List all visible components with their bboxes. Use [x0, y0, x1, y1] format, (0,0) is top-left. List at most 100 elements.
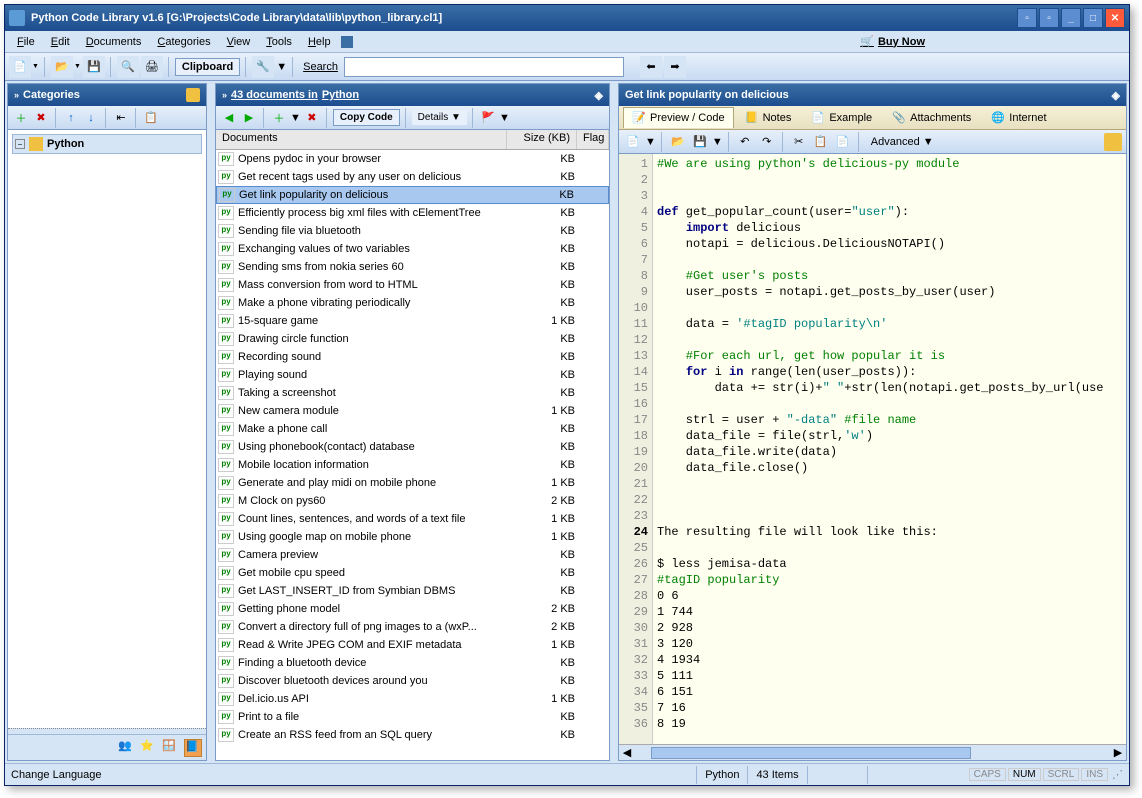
new-code-button[interactable]: 📄: [623, 132, 643, 152]
close-button[interactable]: ✕: [1105, 8, 1125, 28]
resize-grip-icon[interactable]: ⋰: [1112, 768, 1123, 781]
aux-button-1[interactable]: ▫: [1017, 8, 1037, 28]
add-document-button[interactable]: ＋: [270, 109, 288, 127]
buy-now-link[interactable]: 🛒 Buy Now: [860, 35, 925, 48]
splitter-1[interactable]: [209, 81, 213, 763]
document-row[interactable]: pyCount lines, sentences, and words of a…: [216, 510, 609, 528]
document-row[interactable]: pyGetting phone model2 KB: [216, 600, 609, 618]
footer-icon-3[interactable]: 🪟: [162, 739, 180, 757]
document-row[interactable]: pyCreate an RSS feed from an SQL queryKB: [216, 726, 609, 744]
document-row[interactable]: pyDiscover bluetooth devices around youK…: [216, 672, 609, 690]
move-up-button[interactable]: ↑: [62, 109, 80, 127]
expand-icon[interactable]: −: [15, 139, 25, 149]
copy-code-button[interactable]: Copy Code: [333, 109, 400, 126]
document-row[interactable]: pyPrint to a fileKB: [216, 708, 609, 726]
document-row[interactable]: pyUsing phonebook(contact) databaseKB: [216, 438, 609, 456]
horizontal-scrollbar[interactable]: ◀ ▶: [619, 744, 1126, 760]
settings-button[interactable]: 🔧: [252, 56, 274, 78]
menu-categories[interactable]: Categories: [149, 34, 218, 50]
change-language-link[interactable]: Change Language: [11, 769, 102, 781]
document-row[interactable]: pyDel.icio.us API1 KB: [216, 690, 609, 708]
document-row[interactable]: pyGet mobile cpu speedKB: [216, 564, 609, 582]
redo-button[interactable]: ↷: [757, 132, 777, 152]
diamond-icon[interactable]: ◈: [595, 89, 603, 102]
flag-dropdown-icon[interactable]: ▼: [499, 112, 510, 124]
menu-documents[interactable]: Documents: [78, 34, 150, 50]
menu-tools[interactable]: Tools: [258, 34, 300, 50]
footer-icon-2[interactable]: ⭐: [140, 739, 158, 757]
save-button[interactable]: 💾: [83, 56, 105, 78]
flag-button[interactable]: 🚩: [479, 109, 497, 127]
document-row[interactable]: pyMake a phone callKB: [216, 420, 609, 438]
document-row[interactable]: pyRecording soundKB: [216, 348, 609, 366]
document-row[interactable]: pyGet link popularity on deliciousKB: [216, 186, 609, 204]
document-row[interactable]: pyMake a phone vibrating periodicallyKB: [216, 294, 609, 312]
tree-node-python[interactable]: − Python: [12, 134, 202, 154]
menu-help[interactable]: Help: [300, 34, 339, 50]
tab-example[interactable]: 📄Example: [802, 107, 881, 129]
add-dropdown-icon[interactable]: ▼: [290, 112, 301, 124]
outdent-button[interactable]: ⇤: [112, 109, 130, 127]
splitter-2[interactable]: [612, 81, 616, 763]
aux-button-2[interactable]: ▫: [1039, 8, 1059, 28]
paste-code-button[interactable]: 📄: [833, 132, 853, 152]
col-flag[interactable]: Flag: [577, 130, 609, 149]
undo-button[interactable]: ↶: [735, 132, 755, 152]
move-down-button[interactable]: ↓: [82, 109, 100, 127]
document-row[interactable]: pyDrawing circle functionKB: [216, 330, 609, 348]
document-row[interactable]: pyPlaying soundKB: [216, 366, 609, 384]
lock-icon[interactable]: [1104, 133, 1122, 151]
open-button[interactable]: 📂▼: [51, 56, 81, 78]
search-input[interactable]: [344, 57, 624, 77]
tab-internet[interactable]: 🌐Internet: [982, 107, 1055, 129]
clipboard-button[interactable]: Clipboard: [175, 58, 240, 76]
nav-forward-button[interactable]: ➡: [664, 56, 686, 78]
document-row[interactable]: pyUsing google map on mobile phone1 KB: [216, 528, 609, 546]
document-row[interactable]: pyEfficiently process big xml files with…: [216, 204, 609, 222]
document-row[interactable]: pySending sms from nokia series 60KB: [216, 258, 609, 276]
paste-button[interactable]: 📋: [142, 109, 160, 127]
tab-preview-code[interactable]: 📝Preview / Code: [623, 107, 734, 128]
document-row[interactable]: pyExchanging values of two variablesKB: [216, 240, 609, 258]
document-row[interactable]: pyRead & Write JPEG COM and EXIF metadat…: [216, 636, 609, 654]
document-row[interactable]: pyGenerate and play midi on mobile phone…: [216, 474, 609, 492]
document-row[interactable]: pyGet recent tags used by any user on de…: [216, 168, 609, 186]
nav-back-button[interactable]: ⬅: [640, 56, 662, 78]
open-code-button[interactable]: 📂: [668, 132, 688, 152]
minimize-button[interactable]: _: [1061, 8, 1081, 28]
print-preview-button[interactable]: 🔍: [117, 56, 139, 78]
document-row[interactable]: pyNew camera module1 KB: [216, 402, 609, 420]
tab-attachments[interactable]: 📎Attachments: [883, 107, 980, 129]
menu-view[interactable]: View: [219, 34, 259, 50]
cut-button[interactable]: ✂: [789, 132, 809, 152]
delete-document-button[interactable]: ✖: [303, 109, 321, 127]
new-button[interactable]: 📄▼: [9, 56, 39, 78]
document-row[interactable]: pySending file via bluetoothKB: [216, 222, 609, 240]
nav-prev-button[interactable]: ◀: [220, 109, 238, 127]
menu-file[interactable]: File: [9, 34, 43, 50]
document-row[interactable]: pyTaking a screenshotKB: [216, 384, 609, 402]
advanced-button[interactable]: Advanced ▼: [865, 134, 940, 150]
col-documents[interactable]: Documents: [216, 130, 507, 149]
details-button[interactable]: Details ▼: [412, 110, 467, 125]
document-row[interactable]: pyM Clock on pys602 KB: [216, 492, 609, 510]
save-code-button[interactable]: 💾: [690, 132, 710, 152]
maximize-button[interactable]: □: [1083, 8, 1103, 28]
menu-overflow-icon[interactable]: [341, 36, 353, 48]
menu-edit[interactable]: Edit: [43, 34, 78, 50]
document-row[interactable]: pyMobile location informationKB: [216, 456, 609, 474]
code-editor[interactable]: 1234567891011121314151617181920212223242…: [619, 154, 1126, 744]
delete-category-button[interactable]: ✖: [32, 109, 50, 127]
code-area[interactable]: #We are using python's delicious-py modu…: [653, 154, 1126, 744]
footer-icon-4[interactable]: 📘: [184, 739, 202, 757]
col-size[interactable]: Size (KB): [507, 130, 577, 149]
tab-notes[interactable]: 📒Notes: [736, 107, 801, 129]
copy-button[interactable]: 📋: [811, 132, 831, 152]
document-row[interactable]: pyFinding a bluetooth deviceKB: [216, 654, 609, 672]
diamond-icon[interactable]: ◈: [1112, 89, 1120, 102]
nav-next-button[interactable]: ▶: [240, 109, 258, 127]
document-row[interactable]: pyMass conversion from word to HTMLKB: [216, 276, 609, 294]
settings-dropdown-icon[interactable]: ▼: [276, 61, 287, 73]
document-row[interactable]: pyOpens pydoc in your browserKB: [216, 150, 609, 168]
document-row[interactable]: pyCamera previewKB: [216, 546, 609, 564]
